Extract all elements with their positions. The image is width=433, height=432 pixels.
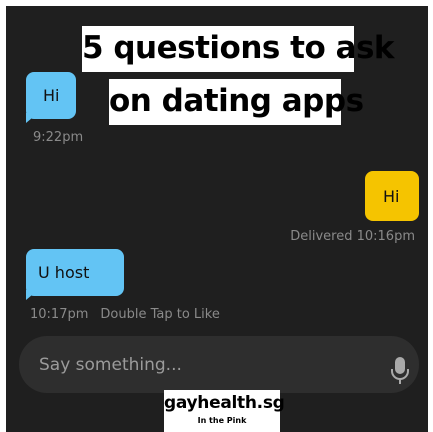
logo-brand: gayhealth.sg: [164, 393, 285, 413]
incoming-message-bubble[interactable]: U host: [26, 249, 124, 296]
message-input[interactable]: Say something...: [39, 354, 182, 376]
headline-line-2: on dating apps: [109, 79, 364, 125]
message-timestamp: 9:22pm: [33, 130, 84, 145]
chat-screen: Hi 9:22pm Hi Delivered 10:16pm U host 10…: [6, 6, 428, 432]
message-text: U host: [38, 263, 90, 282]
outgoing-message-bubble[interactable]: Hi: [365, 171, 419, 221]
message-timestamp: 10:17pm: [30, 307, 89, 322]
message-meta: 10:17pm Double Tap to Like: [30, 307, 220, 323]
watermark-logo: gayhealth.sg In the Pink: [164, 390, 285, 432]
logo-tagline: In the Pink: [197, 416, 247, 425]
delivery-status: Delivered 10:16pm: [290, 229, 415, 244]
headline-line-1: 5 questions to ask: [82, 26, 395, 72]
message-text: Hi: [383, 187, 400, 206]
message-text: Hi: [43, 86, 60, 105]
incoming-message-bubble[interactable]: Hi: [26, 72, 76, 119]
double-tap-hint[interactable]: Double Tap to Like: [100, 307, 219, 322]
microphone-icon[interactable]: [391, 357, 409, 385]
message-composer[interactable]: Say something...: [19, 336, 419, 393]
